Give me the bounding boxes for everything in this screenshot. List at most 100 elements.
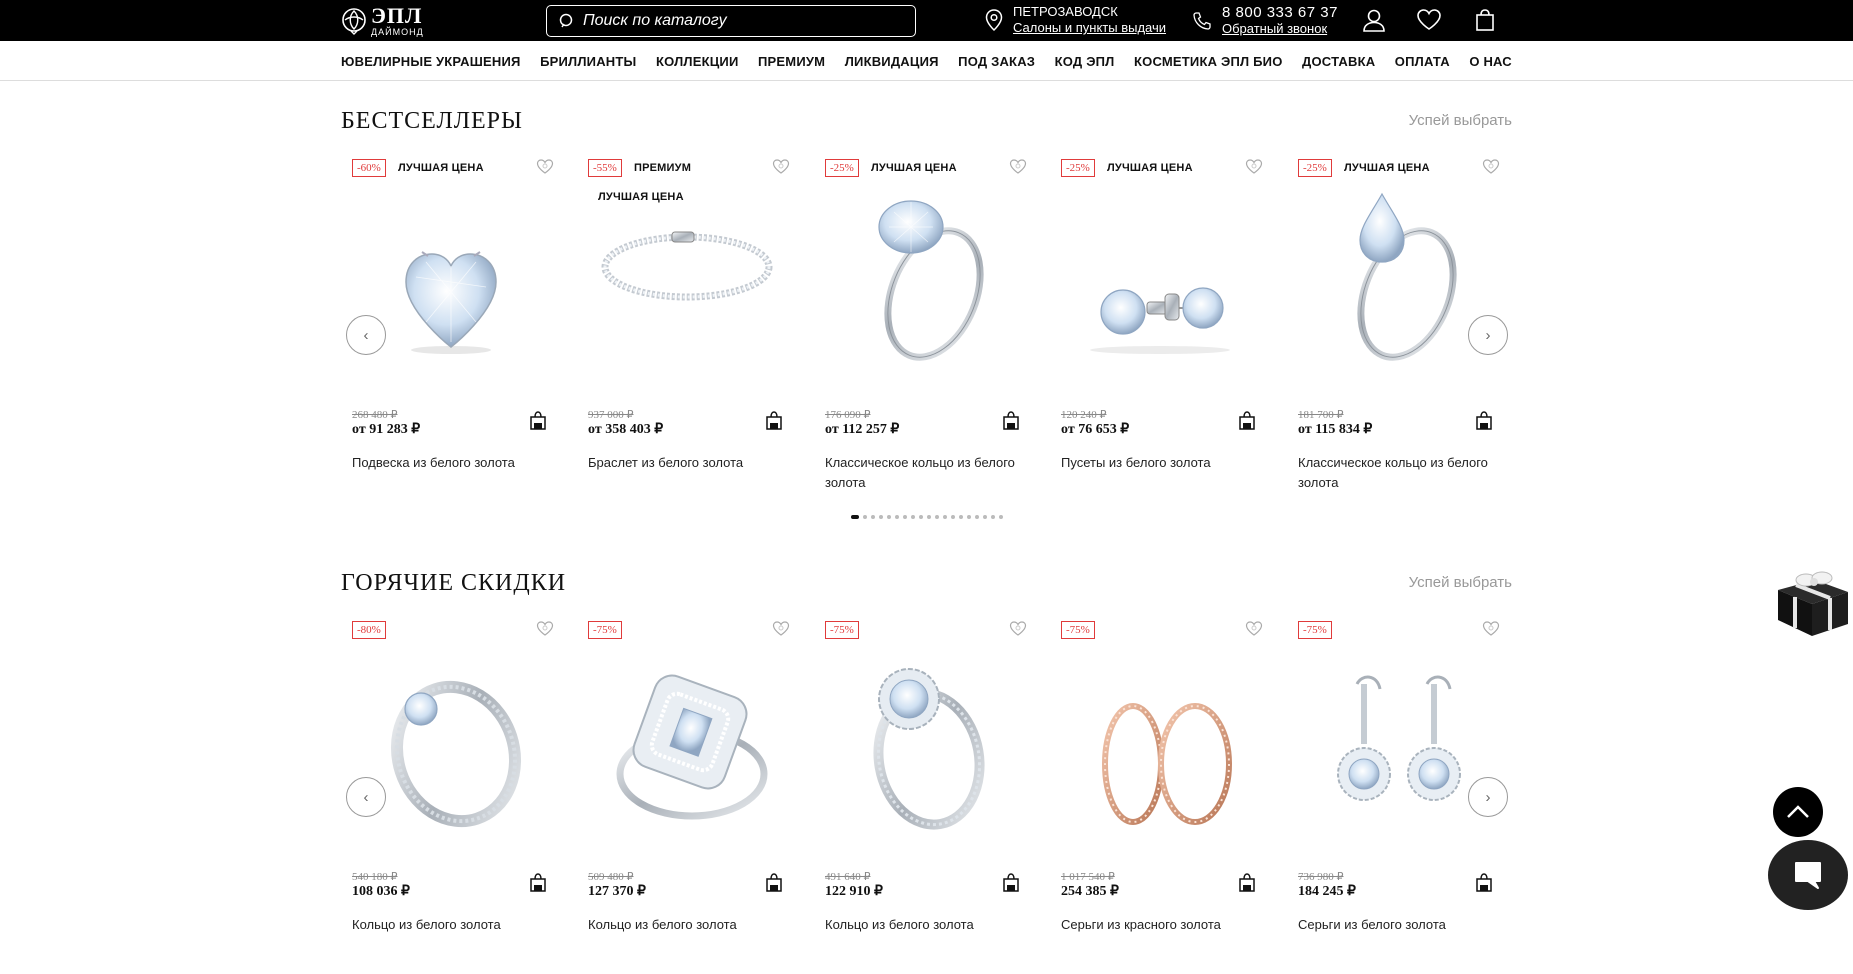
chat-button[interactable] <box>1768 840 1848 910</box>
product-name[interactable]: Классическое кольцо из белого золота <box>1298 453 1498 493</box>
discount-badge: -55% <box>588 159 622 177</box>
price: от 76 653 ₽ <box>1061 422 1130 437</box>
pagination-dot[interactable] <box>903 515 907 519</box>
pagination-dot[interactable] <box>975 515 979 519</box>
product-name[interactable]: Классическое кольцо из белого золота <box>825 453 1025 493</box>
logo[interactable]: ЭПЛ ДАЙМОНД <box>341 4 431 37</box>
add-to-cart-icon[interactable] <box>530 411 546 430</box>
carousel-prev-button[interactable]: ‹ <box>346 315 386 355</box>
carousel-next-button[interactable]: › <box>1468 777 1508 817</box>
search-input[interactable] <box>583 12 903 30</box>
nav-code-epl[interactable]: КОД ЭПЛ <box>1055 54 1115 69</box>
favorite-heart-icon[interactable] <box>1245 158 1263 176</box>
add-to-cart-icon[interactable] <box>530 873 546 892</box>
pagination-dot[interactable] <box>887 515 891 519</box>
product-card[interactable]: -55% ПРЕМИУМ ЛУЧШАЯ ЦЕНА 937 000 ₽ от 35… <box>577 152 797 512</box>
nav-jewelry[interactable]: ЮВЕЛИРНЫЕ УКРАШЕНИЯ <box>341 54 521 69</box>
add-to-cart-icon[interactable] <box>1003 873 1019 892</box>
pagination-dot[interactable] <box>851 515 859 519</box>
price: 122 910 ₽ <box>825 884 883 899</box>
product-name[interactable]: Серьги из белого золота <box>1298 915 1498 935</box>
arrow-up-icon <box>1787 805 1809 818</box>
pagination-dot[interactable] <box>911 515 915 519</box>
nav-delivery[interactable]: ДОСТАВКА <box>1302 54 1375 69</box>
product-name[interactable]: Пусеты из белого золота <box>1061 453 1261 473</box>
product-name[interactable]: Серьги из красного золота <box>1061 915 1261 935</box>
pagination-dot[interactable] <box>879 515 883 519</box>
pagination-dot[interactable] <box>871 515 875 519</box>
phone-icon <box>1193 12 1211 30</box>
pagination-dot[interactable] <box>927 515 931 519</box>
favorite-heart-icon[interactable] <box>1245 620 1263 638</box>
pagination-dot[interactable] <box>991 515 995 519</box>
product-name[interactable]: Кольцо из белого золота <box>352 915 552 935</box>
price: 184 245 ₽ <box>1298 884 1356 899</box>
phone-number[interactable]: 8 800 333 67 37 <box>1222 5 1338 21</box>
pagination-dot[interactable] <box>983 515 987 519</box>
favorite-heart-icon[interactable] <box>772 620 790 638</box>
old-price: 120 240 ₽ <box>1061 409 1107 421</box>
nav-cosmetics[interactable]: КОСМЕТИКА ЭПЛ БИО <box>1134 54 1283 69</box>
callback-link[interactable]: Обратный звонок <box>1222 21 1338 37</box>
favorite-heart-icon[interactable] <box>536 620 554 638</box>
add-to-cart-icon[interactable] <box>766 873 782 892</box>
product-card[interactable]: -25% ЛУЧШАЯ ЦЕНА 120 240 ₽ от 76 653 ₽ П… <box>1050 152 1270 512</box>
pagination-dot[interactable] <box>959 515 963 519</box>
product-name[interactable]: Браслет из белого золота <box>588 453 788 473</box>
pagination-dot[interactable] <box>935 515 939 519</box>
section-link[interactable]: Успей выбрать <box>1409 112 1512 129</box>
product-name[interactable]: Подвеска из белого золота <box>352 453 552 473</box>
pagination-dot[interactable] <box>919 515 923 519</box>
favorite-heart-icon[interactable] <box>536 158 554 176</box>
favorite-heart-icon[interactable] <box>1009 620 1027 638</box>
discount-badge: -25% <box>1061 159 1095 177</box>
section-title: ГОРЯЧИЕ СКИДКИ <box>341 570 567 596</box>
product-card[interactable]: -75% 491 640 ₽ 122 910 ₽ Кольцо из белог… <box>814 614 1034 974</box>
nav-liquidation[interactable]: ЛИКВИДАЦИЯ <box>845 54 939 69</box>
carousel-prev-button[interactable]: ‹ <box>346 777 386 817</box>
add-to-cart-icon[interactable] <box>1476 411 1492 430</box>
favorite-heart-icon[interactable] <box>772 158 790 176</box>
discount-badge: -75% <box>825 621 859 639</box>
gift-box-icon[interactable] <box>1770 560 1853 640</box>
product-name[interactable]: Кольцо из белого золота <box>588 915 788 935</box>
search-box[interactable] <box>546 5 916 37</box>
product-card[interactable]: -75% 1 017 540 ₽ 254 385 ₽ Серьги из кра… <box>1050 614 1270 974</box>
pagination-dot[interactable] <box>967 515 971 519</box>
product-card[interactable]: -75% 509 480 ₽ 127 370 ₽ Кольцо из белог… <box>577 614 797 974</box>
nav-diamonds[interactable]: БРИЛЛИАНТЫ <box>540 54 636 69</box>
add-to-cart-icon[interactable] <box>1476 873 1492 892</box>
product-card[interactable]: -25% ЛУЧШАЯ ЦЕНА 176 090 ₽ от 112 257 ₽ … <box>814 152 1034 512</box>
nav-custom-order[interactable]: ПОД ЗАКАЗ <box>958 54 1035 69</box>
shopping-bag-icon[interactable] <box>1472 8 1498 32</box>
heart-icon[interactable] <box>1416 8 1442 32</box>
pagination-dot[interactable] <box>895 515 899 519</box>
favorite-heart-icon[interactable] <box>1482 158 1500 176</box>
city-name[interactable]: ПЕТРОЗАВОДСК <box>1013 4 1166 20</box>
pagination-dot[interactable] <box>951 515 955 519</box>
salons-link[interactable]: Салоны и пункты выдачи <box>1013 20 1166 36</box>
add-to-cart-icon[interactable] <box>1003 411 1019 430</box>
top-header: ЭПЛ ДАЙМОНД ПЕТРОЗАВОДСК Салоны и пункты… <box>0 0 1853 41</box>
city-selector[interactable]: ПЕТРОЗАВОДСК Салоны и пункты выдачи <box>985 4 1166 36</box>
nav-premium[interactable]: ПРЕМИУМ <box>758 54 825 69</box>
add-to-cart-icon[interactable] <box>1239 873 1255 892</box>
product-label: ЛУЧШАЯ ЦЕНА <box>1107 162 1193 174</box>
favorite-heart-icon[interactable] <box>1482 620 1500 638</box>
old-price: 937 000 ₽ <box>588 409 634 421</box>
carousel-next-button[interactable]: › <box>1468 315 1508 355</box>
pagination-dot[interactable] <box>863 515 867 519</box>
section-link[interactable]: Успей выбрать <box>1409 574 1512 591</box>
scroll-to-top-button[interactable] <box>1773 787 1823 837</box>
user-icon[interactable] <box>1361 8 1387 32</box>
add-to-cart-icon[interactable] <box>1239 411 1255 430</box>
pagination-dot[interactable] <box>943 515 947 519</box>
add-to-cart-icon[interactable] <box>766 411 782 430</box>
emerald-halo-ring-image <box>616 674 768 820</box>
nav-payment[interactable]: ОПЛАТА <box>1395 54 1450 69</box>
favorite-heart-icon[interactable] <box>1009 158 1027 176</box>
nav-about[interactable]: О НАС <box>1469 54 1512 69</box>
product-name[interactable]: Кольцо из белого золота <box>825 915 1025 935</box>
nav-collections[interactable]: КОЛЛЕКЦИИ <box>656 54 739 69</box>
pagination-dot[interactable] <box>999 515 1003 519</box>
